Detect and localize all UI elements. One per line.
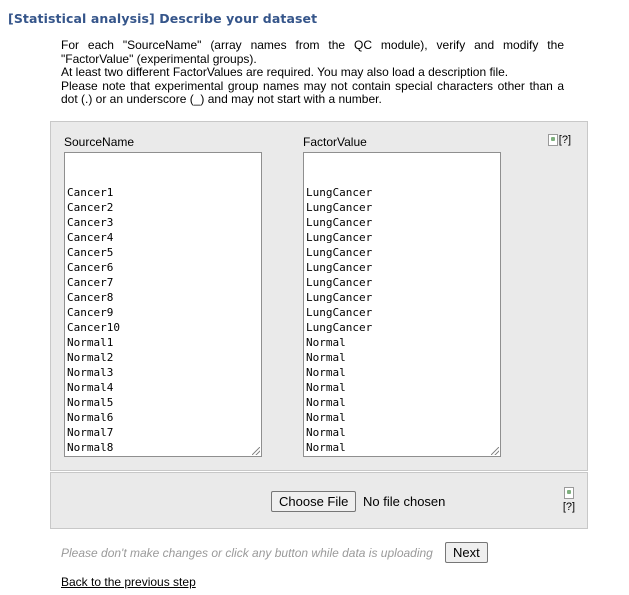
factor-value-line: Normal — [306, 455, 498, 456]
upload-panel: Choose File No file chosen [?] — [50, 472, 588, 529]
source-name-line: Normal6 — [67, 411, 114, 424]
source-name-textarea[interactable]: Cancer1 Cancer2 Cancer3 Cancer4 Cancer5 Cance… — [64, 152, 262, 457]
instructions: For each "SourceName" (array names from … — [61, 38, 564, 107]
instruction-line-2: At least two different FactorValues are … — [61, 65, 509, 79]
factor-value-line: LungCancer — [306, 216, 373, 229]
factor-value-line: Normal — [306, 336, 346, 349]
resize-grip-icon[interactable] — [491, 447, 499, 455]
source-name-line: Cancer5 — [67, 246, 114, 259]
instruction-line-1: For each "SourceName" (array names from … — [61, 38, 564, 66]
factor-value-line: LungCancer — [306, 246, 373, 259]
factor-value-line: Normal — [306, 396, 346, 409]
factor-value-line: LungCancer — [306, 231, 373, 244]
upload-help-link[interactable]: [?] — [561, 487, 577, 513]
resize-grip-icon[interactable] — [252, 447, 260, 455]
next-button[interactable]: Next — [445, 542, 488, 563]
source-name-line: Normal3 — [67, 366, 114, 379]
factor-value-line: LungCancer — [306, 291, 373, 304]
source-name-line: Normal8 — [67, 441, 114, 454]
factor-value-textarea[interactable]: LungCancer LungCancer LungCancer LungCancer… — [303, 152, 501, 457]
source-name-line: Cancer7 — [67, 276, 114, 289]
factor-value-line: Normal — [306, 411, 346, 424]
factor-value-line: Normal — [306, 381, 346, 394]
source-name-line: Normal5 — [67, 396, 114, 409]
factor-value-line: LungCancer — [306, 261, 373, 274]
broken-image-icon — [564, 487, 574, 499]
source-name-line: Cancer6 — [67, 261, 114, 274]
source-name-line: Normal2 — [67, 351, 114, 364]
upload-help-label: [?] — [562, 501, 576, 513]
source-name-label: SourceName — [64, 135, 135, 149]
help-link[interactable]: [?] — [547, 134, 571, 146]
source-name-line: Cancer10 — [67, 321, 120, 334]
page-title: [Statistical analysis] Describe your dat… — [8, 11, 318, 26]
source-name-line: Cancer8 — [67, 291, 114, 304]
choose-file-button[interactable]: Choose File — [271, 491, 357, 512]
factor-value-label: FactorValue — [303, 135, 367, 149]
source-name-line: Normal7 — [67, 426, 114, 439]
factor-value-line: LungCancer — [306, 276, 373, 289]
factor-value-line: Normal — [306, 351, 346, 364]
factor-value-line: LungCancer — [306, 201, 373, 214]
source-name-line: Cancer9 — [67, 306, 114, 319]
source-name-line: Cancer2 — [67, 201, 114, 214]
instruction-line-3: Please note that experimental group name… — [61, 78, 564, 106]
factor-value-line: Normal — [306, 426, 346, 439]
factor-value-line: Normal — [306, 366, 346, 379]
back-link[interactable]: Back to the previous step — [61, 575, 196, 589]
factor-value-line: Normal — [306, 441, 346, 454]
source-name-line: Cancer4 — [67, 231, 114, 244]
source-name-line: Normal4 — [67, 381, 114, 394]
broken-image-icon — [547, 134, 558, 146]
source-name-line: Cancer3 — [67, 216, 114, 229]
source-name-line: Cancer1 — [67, 186, 114, 199]
factor-value-line: LungCancer — [306, 306, 373, 319]
factor-value-line: LungCancer — [306, 186, 373, 199]
upload-warning-note: Please don't make changes or click any b… — [61, 546, 433, 560]
factor-value-line: LungCancer — [306, 321, 373, 334]
dataset-description-panel: SourceName FactorValue [?] Cancer1 Cancer… — [50, 121, 588, 471]
source-name-line: Normal9 — [67, 455, 259, 456]
file-status: No file chosen — [363, 494, 446, 509]
help-label: [?] — [558, 134, 571, 146]
source-name-line: Normal1 — [67, 336, 114, 349]
